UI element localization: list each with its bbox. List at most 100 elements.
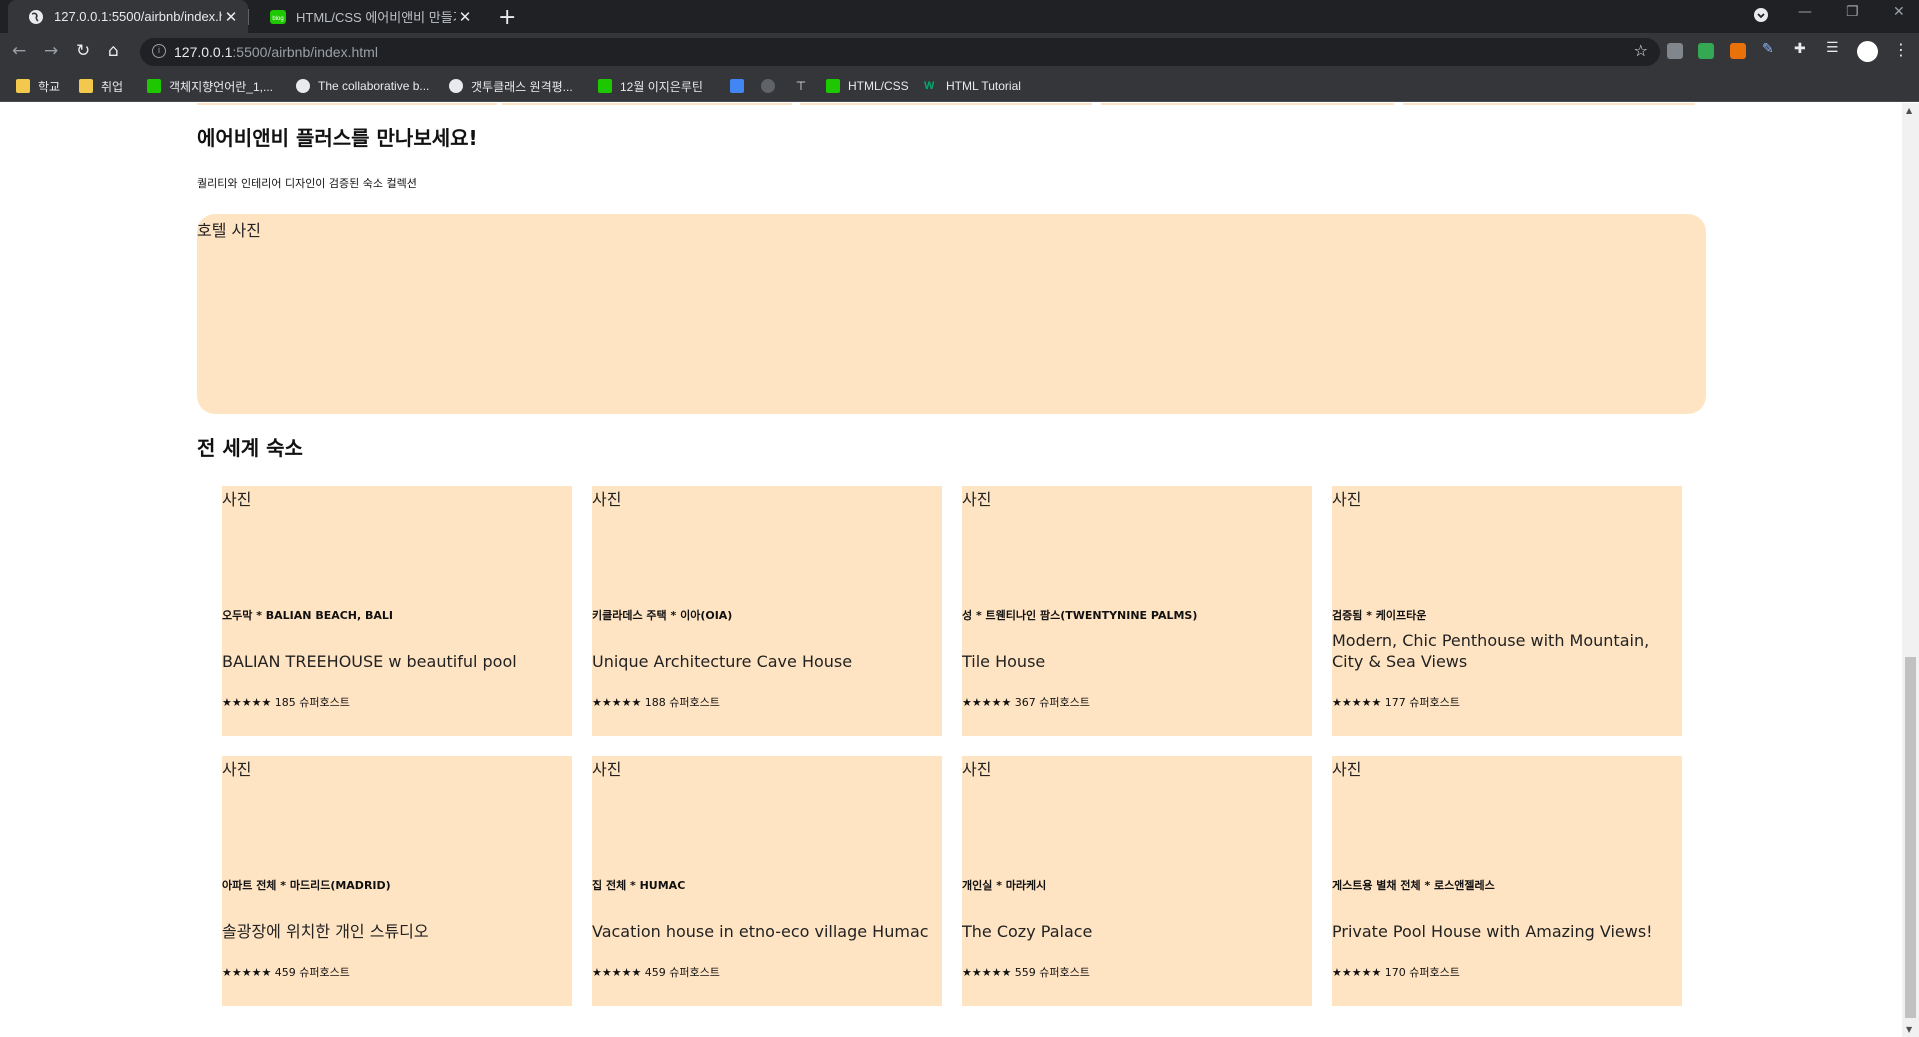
extension-orange-icon[interactable] bbox=[1730, 43, 1746, 59]
page-scrollbar[interactable]: ▲ ▼ bbox=[1902, 103, 1919, 1037]
bookmark-folder-school[interactable]: 학교 bbox=[16, 70, 60, 102]
listing-meta: 검증됨 * 케이프타운 bbox=[1332, 609, 1427, 622]
reading-list-icon[interactable]: ☰ bbox=[1826, 40, 1842, 56]
listing-rating: ★★★★★ 188 슈퍼호스트 bbox=[592, 696, 720, 709]
extension-green-icon[interactable] bbox=[1698, 43, 1714, 59]
listing-title: Modern, Chic Penthouse with Mountain, Ci… bbox=[1332, 631, 1650, 671]
svg-text:blog: blog bbox=[272, 16, 283, 22]
card-edge bbox=[1403, 103, 1695, 105]
back-arrow-icon[interactable]: ← bbox=[12, 41, 26, 61]
listing-card[interactable]: 사진 키클라데스 주택 * 이아(OIA) Unique Architectur… bbox=[592, 486, 942, 736]
bookmark-star-icon[interactable]: ☆ bbox=[1634, 41, 1648, 60]
world-section-title: 전 세계 숙소 bbox=[197, 436, 303, 460]
listing-card[interactable]: 사진 개인실 * 마라케시 The Cozy Palace ★★★★★ 559 … bbox=[962, 756, 1312, 1006]
listing-title: 솔광장에 위치한 개인 스튜디오 bbox=[222, 922, 429, 941]
naver-blog-icon bbox=[826, 79, 840, 93]
tab-title: 127.0.0.1:5500/airbnb/index.html bbox=[54, 9, 222, 24]
bookmark-routine[interactable]: 12월 이지은루틴 bbox=[598, 70, 703, 102]
listing-title: BALIAN TREEHOUSE w beautiful pool bbox=[222, 652, 517, 671]
home-icon[interactable]: ⌂ bbox=[108, 41, 119, 61]
tab-strip: 127.0.0.1:5500/airbnb/index.html ✕ blog … bbox=[0, 0, 1919, 33]
site-info-icon[interactable]: i bbox=[152, 44, 166, 58]
profile-avatar[interactable] bbox=[1857, 41, 1878, 62]
card-edge bbox=[502, 103, 792, 105]
card-edge bbox=[1101, 103, 1394, 105]
listing-title: Tile House bbox=[962, 652, 1046, 671]
listing-rating: ★★★★★ 459 슈퍼호스트 bbox=[592, 966, 720, 979]
listing-rating: ★★★★★ 177 슈퍼호스트 bbox=[1332, 696, 1460, 709]
bookmark-html-tutorial[interactable]: W HTML Tutorial bbox=[924, 70, 1021, 102]
puzzle-icon[interactable]: ✚ bbox=[1794, 41, 1810, 57]
hotel-photo-banner[interactable]: 호텔 사진 bbox=[197, 214, 1706, 414]
reload-icon[interactable]: ↻ bbox=[76, 41, 90, 61]
listing-rating: ★★★★★ 459 슈퍼호스트 bbox=[222, 966, 350, 979]
tab-search-icon[interactable] bbox=[1753, 7, 1769, 27]
listing-rating: ★★★★★ 185 슈퍼호스트 bbox=[222, 696, 350, 709]
naver-blog-icon: blog bbox=[270, 9, 286, 25]
bookmark-github[interactable] bbox=[761, 70, 783, 102]
listing-photo: 사진 bbox=[592, 490, 622, 509]
address-bar[interactable]: i 127.0.0.1:5500/airbnb/index.html ☆ bbox=[140, 38, 1660, 66]
listing-card[interactable]: 사진 성 * 트웬티나인 팜스(TWENTYNINE PALMS) Tile H… bbox=[962, 486, 1312, 736]
browser-toolbar: ← → ↻ ⌂ i 127.0.0.1:5500/airbnb/index.ht… bbox=[0, 33, 1919, 70]
listing-photo: 사진 bbox=[1332, 760, 1362, 779]
listing-meta: 아파트 전체 * 마드리드(MADRID) bbox=[222, 879, 391, 892]
listing-title: Private Pool House with Amazing Views! bbox=[1332, 922, 1653, 941]
listing-photo: 사진 bbox=[1332, 490, 1362, 509]
listing-meta: 집 전체 * HUMAC bbox=[592, 879, 686, 892]
extension-gray-icon[interactable] bbox=[1667, 43, 1683, 59]
listing-photo: 사진 bbox=[962, 490, 992, 509]
listing-photo: 사진 bbox=[222, 760, 252, 779]
bookmark-c[interactable] bbox=[730, 70, 752, 102]
listing-card[interactable]: 사진 오두막 * BALIAN BEACH, BALI BALIAN TREEH… bbox=[222, 486, 572, 736]
plus-section-subtitle: 퀄리티와 인테리어 디자인이 검증된 숙소 컬렉션 bbox=[197, 177, 417, 190]
listing-title: The Cozy Palace bbox=[962, 922, 1093, 941]
listing-card[interactable]: 사진 집 전체 * HUMAC Vacation house in etno-e… bbox=[592, 756, 942, 1006]
tab-title: HTML/CSS 에어비앤비 만들기 - bbox=[296, 10, 456, 25]
tab-separator bbox=[248, 9, 249, 25]
listing-meta: 키클라데스 주택 * 이아(OIA) bbox=[592, 609, 733, 622]
listing-meta: 성 * 트웬티나인 팜스(TWENTYNINE PALMS) bbox=[962, 609, 1198, 622]
naver-blog-icon bbox=[598, 79, 612, 93]
globe-icon bbox=[28, 9, 44, 25]
tab-html-css-airbnb[interactable]: blog HTML/CSS 에어비앤비 만들기 - ✕ bbox=[250, 0, 482, 33]
hotel-photo-label: 호텔 사진 bbox=[197, 221, 261, 240]
pen-icon[interactable]: ✎ bbox=[1762, 41, 1778, 57]
close-tab-icon[interactable]: ✕ bbox=[456, 8, 474, 26]
close-tab-icon[interactable]: ✕ bbox=[222, 8, 240, 26]
circle-icon bbox=[449, 79, 463, 93]
bookmark-oop[interactable]: 객체지향언어란_1,... bbox=[147, 70, 273, 102]
listing-rating: ★★★★★ 559 슈퍼호스트 bbox=[962, 966, 1090, 979]
close-window-icon[interactable]: ✕ bbox=[1893, 4, 1905, 20]
bookmark-t[interactable]: ⊤ bbox=[794, 70, 816, 102]
listing-card[interactable]: 사진 검증됨 * 케이프타운 Modern, Chic Penthouse wi… bbox=[1332, 486, 1682, 736]
bookmark-class[interactable]: 갯투클래스 원격평... bbox=[449, 70, 573, 102]
new-tab-button[interactable]: + bbox=[498, 5, 516, 30]
plus-section-title: 에어비앤비 플러스를 만나보세요! bbox=[197, 126, 478, 150]
w3-icon: W bbox=[924, 80, 935, 92]
listing-card[interactable]: 사진 아파트 전체 * 마드리드(MADRID) 솔광장에 위치한 개인 스튜디… bbox=[222, 756, 572, 1006]
listing-card[interactable]: 사진 게스트용 별채 전체 * 로스앤젤레스 Private Pool Hous… bbox=[1332, 756, 1682, 1006]
t-icon: ⊤ bbox=[795, 79, 807, 93]
bookmark-html-css[interactable]: HTML/CSS bbox=[826, 70, 909, 102]
bookmarks-bar: 학교 취업 객체지향언어란_1,... The collaborative b.… bbox=[0, 70, 1919, 102]
circle-icon bbox=[296, 79, 310, 93]
kebab-menu-icon[interactable]: ⋮ bbox=[1893, 40, 1909, 59]
listing-meta: 게스트용 별채 전체 * 로스앤젤레스 bbox=[1332, 879, 1495, 892]
listing-title: Vacation house in etno-eco village Humac bbox=[592, 922, 929, 941]
restore-icon[interactable]: ❐ bbox=[1846, 4, 1859, 20]
github-icon bbox=[761, 79, 775, 93]
listing-meta: 오두막 * BALIAN BEACH, BALI bbox=[222, 609, 394, 622]
folder-icon bbox=[16, 79, 30, 93]
bookmark-folder-jobs[interactable]: 취업 bbox=[79, 70, 123, 102]
scrollbar-thumb[interactable] bbox=[1905, 657, 1916, 1018]
page-viewport: 에어비앤비 플러스를 만나보세요! 퀄리티와 인테리어 디자인이 검증된 숙소 … bbox=[0, 103, 1902, 1037]
card-edge bbox=[800, 103, 1092, 105]
scroll-up-arrow-icon[interactable]: ▲ bbox=[1906, 106, 1912, 115]
listing-photo: 사진 bbox=[222, 490, 252, 509]
tab-airbnb-index[interactable]: 127.0.0.1:5500/airbnb/index.html ✕ bbox=[8, 0, 248, 33]
bookmark-collaborative[interactable]: The collaborative b... bbox=[296, 70, 429, 102]
scroll-down-arrow-icon[interactable]: ▼ bbox=[1906, 1025, 1912, 1034]
forward-arrow-icon[interactable]: → bbox=[44, 41, 58, 61]
minimize-icon[interactable]: — bbox=[1798, 4, 1812, 20]
